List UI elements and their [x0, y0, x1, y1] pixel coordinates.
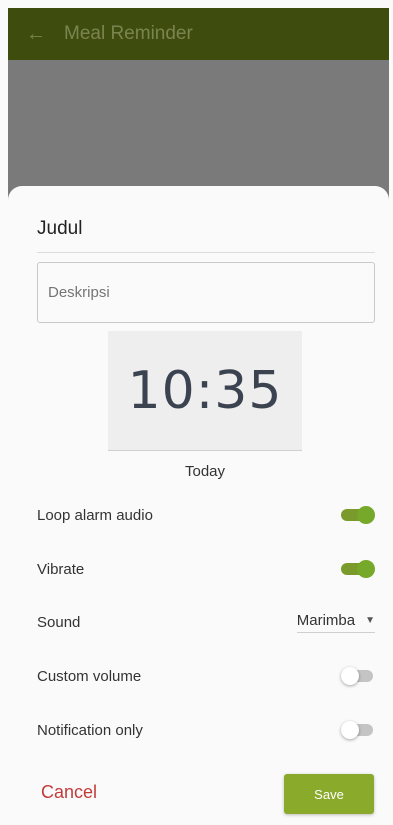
setting-custom-volume: Custom volume — [37, 662, 375, 690]
vibrate-toggle[interactable] — [341, 558, 375, 580]
modal-scrim[interactable] — [8, 60, 389, 200]
setting-label: Vibrate — [37, 560, 85, 578]
toggle-thumb — [357, 560, 375, 578]
time-picker-button[interactable]: 10:35 — [108, 331, 302, 451]
cancel-button[interactable]: Cancel — [41, 782, 97, 803]
app-bar: ← Meal Reminder — [8, 8, 389, 60]
setting-label: Notification only — [37, 721, 143, 739]
setting-label: Loop alarm audio — [37, 506, 153, 524]
toggle-thumb — [341, 721, 359, 739]
setting-vibrate: Vibrate — [37, 555, 375, 583]
day-label: Today — [184, 463, 226, 480]
custom-volume-toggle[interactable] — [341, 665, 375, 687]
title-underline — [37, 252, 375, 253]
loop-alarm-toggle[interactable] — [341, 504, 375, 526]
toggle-thumb — [341, 667, 359, 685]
arrow-left-icon[interactable]: ← — [26, 23, 50, 46]
setting-sound: Sound Marimba ▼ — [37, 608, 375, 636]
setting-notification-only: Notification only — [37, 716, 375, 744]
description-input[interactable] — [37, 262, 375, 323]
title-field[interactable]: Judul — [37, 218, 82, 240]
sound-value: Marimba — [296, 611, 356, 629]
setting-label: Custom volume — [37, 667, 142, 685]
save-button[interactable]: Save — [284, 774, 374, 814]
toggle-thumb — [357, 506, 375, 524]
notification-only-toggle[interactable] — [341, 719, 375, 741]
time-value: 10:35 — [127, 360, 283, 421]
setting-label: Sound — [37, 613, 81, 631]
sound-select[interactable]: Marimba ▼ — [296, 611, 375, 633]
caret-down-icon: ▼ — [365, 614, 375, 626]
setting-loop-alarm-audio: Loop alarm audio — [37, 501, 375, 529]
app-title: Meal Reminder — [64, 23, 193, 44]
